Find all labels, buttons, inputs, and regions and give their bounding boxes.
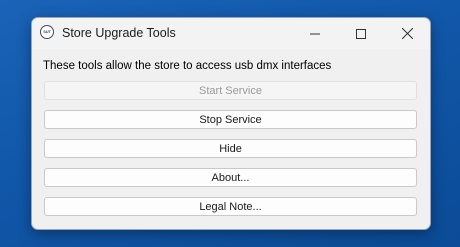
about-button[interactable]: About... [44,168,417,187]
legal-note-button[interactable]: Legal Note... [44,197,417,216]
window-title: Store Upgrade Tools [62,26,176,40]
app-logo-icon: SUT [40,25,54,39]
stop-service-button[interactable]: Stop Service [44,110,417,129]
title-bar[interactable]: SUT Store Upgrade Tools [32,18,430,49]
minimize-button[interactable] [292,18,338,49]
close-button[interactable] [384,18,430,49]
hide-button[interactable]: Hide [44,139,417,158]
description-text: These tools allow the store to access us… [43,60,332,72]
start-service-button[interactable]: Start Service [44,81,417,100]
maximize-icon [356,28,366,39]
minimize-icon [310,33,320,34]
close-icon [401,28,413,39]
app-window: SUT Store Upgrade Tools These tools allo… [31,17,431,230]
maximize-button[interactable] [338,18,384,49]
